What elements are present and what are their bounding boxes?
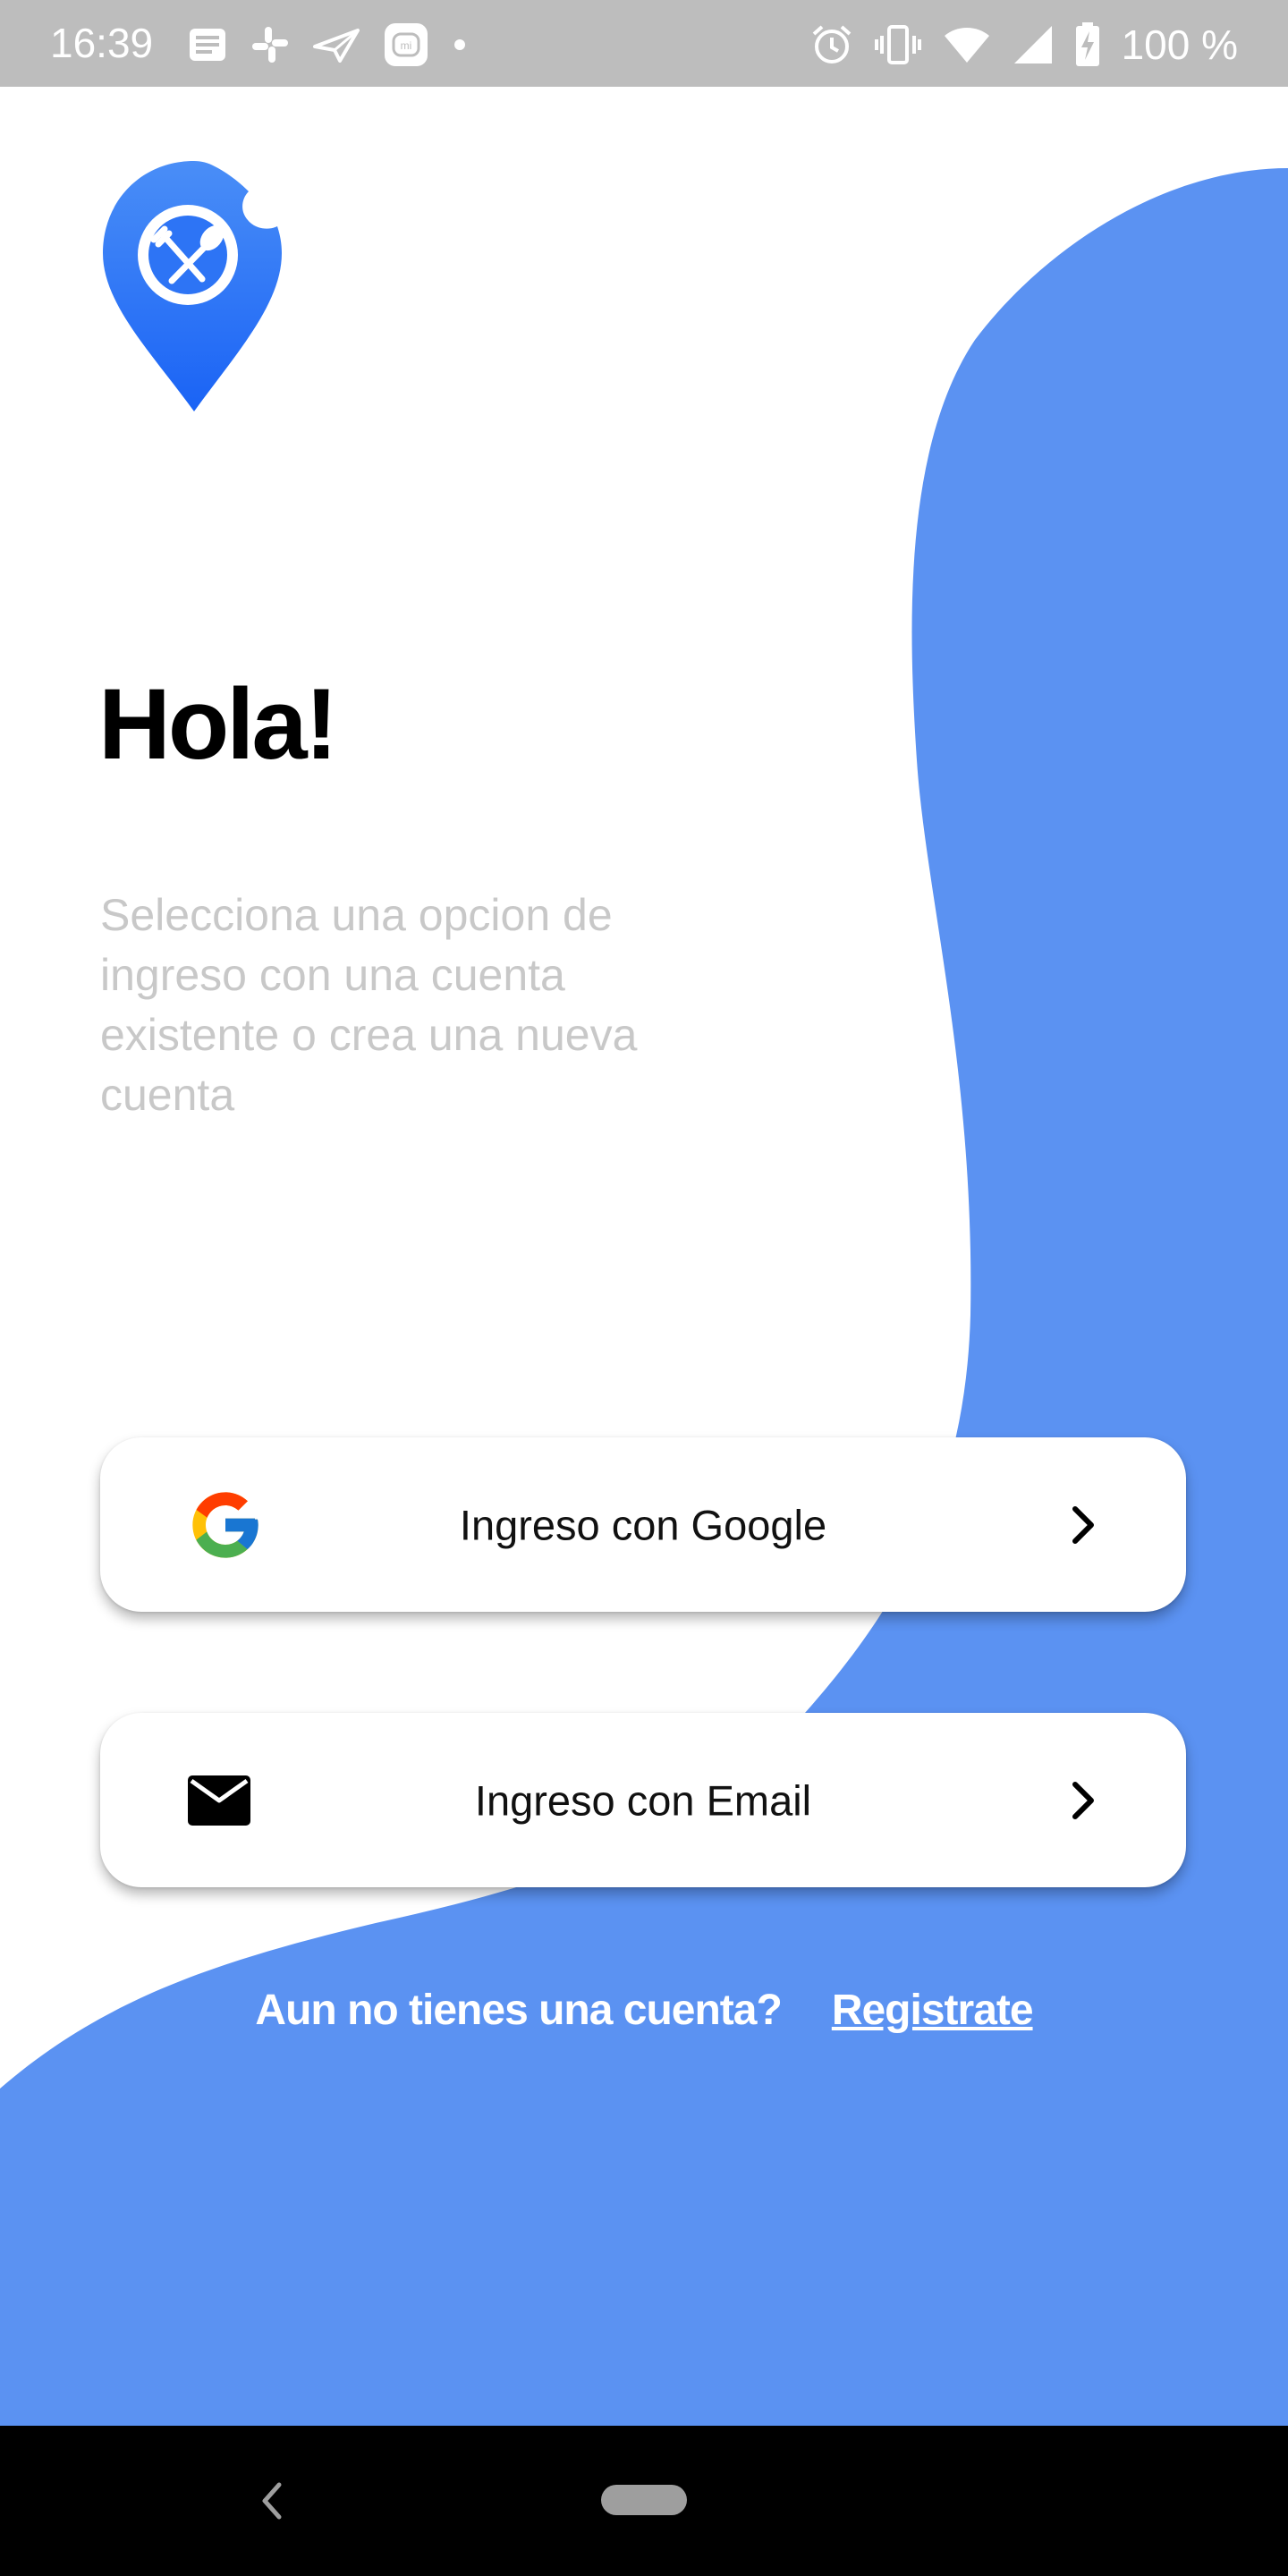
email-login-button[interactable]: Ingreso con Email bbox=[100, 1713, 1186, 1887]
battery-level: 100 % bbox=[1121, 21, 1238, 68]
svg-text:mi: mi bbox=[401, 39, 412, 52]
register-link[interactable]: Registrate bbox=[832, 1987, 1034, 2034]
status-time: 16:39 bbox=[50, 20, 154, 66]
slack-icon bbox=[252, 27, 288, 63]
page-subtitle: Selecciona una opcion de ingreso con una… bbox=[100, 890, 638, 1120]
chevron-right-icon bbox=[1072, 1781, 1094, 1819]
register-question: Aun no tienes una cuenta? bbox=[255, 1987, 782, 2034]
email-login-label: Ingreso con Email bbox=[474, 1776, 812, 1824]
chevron-right-icon bbox=[1072, 1505, 1094, 1544]
notes-icon bbox=[190, 29, 225, 61]
google-login-label: Ingreso con Google bbox=[459, 1501, 827, 1548]
register-prompt: Aun no tienes una cuenta? Registrate bbox=[0, 1986, 1288, 2035]
navigation-bar bbox=[0, 2426, 1288, 2576]
home-button[interactable] bbox=[601, 2485, 687, 2515]
send-icon bbox=[313, 29, 360, 63]
dot-icon bbox=[454, 39, 465, 50]
signal-icon bbox=[1013, 26, 1052, 64]
back-icon[interactable] bbox=[259, 2481, 283, 2521]
battery-charging-icon bbox=[1075, 22, 1099, 66]
google-login-button[interactable]: Ingreso con Google bbox=[100, 1437, 1186, 1612]
page-title: Hola! bbox=[98, 668, 338, 780]
vibrate-icon bbox=[874, 25, 921, 64]
mi-icon: mi bbox=[385, 23, 428, 66]
login-screen: 16:39 mi 100 % Hola! Selecciona una opci… bbox=[0, 0, 1288, 2576]
alarm-icon bbox=[812, 25, 851, 64]
app-logo-icon bbox=[103, 161, 282, 411]
wifi-icon bbox=[944, 28, 989, 63]
status-bar: 16:39 mi 100 % bbox=[0, 0, 1288, 87]
